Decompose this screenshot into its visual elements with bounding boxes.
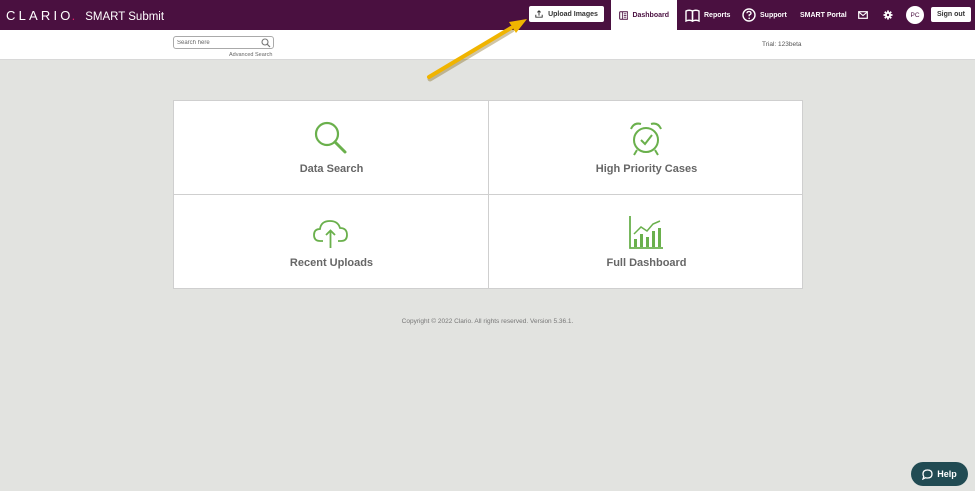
dashboard-icon xyxy=(619,10,629,20)
nav-dashboard[interactable]: Dashboard xyxy=(611,0,677,30)
tile-divider-horizontal xyxy=(174,194,802,195)
help-button[interactable]: Help xyxy=(911,462,968,486)
mail-button[interactable] xyxy=(858,0,868,30)
search-box xyxy=(173,36,274,49)
envelope-icon xyxy=(858,11,868,19)
dashboard-tiles: Data Search High Priority Cases Recent U… xyxy=(173,100,803,289)
search-bar-area: Advanced Search Trial: 123beta xyxy=(0,30,975,60)
search-icon[interactable] xyxy=(261,38,271,48)
top-navigation-bar: CLARIO . SMART Submit Upload Images Dash… xyxy=(0,0,975,30)
advanced-search-link[interactable]: Advanced Search xyxy=(229,52,272,58)
settings-button[interactable] xyxy=(883,0,893,30)
tile-recent-uploads[interactable]: Recent Uploads xyxy=(174,195,489,289)
nav-smart-portal[interactable]: SMART Portal xyxy=(800,0,847,30)
brand[interactable]: CLARIO . SMART Submit xyxy=(6,8,164,23)
bar-chart-icon xyxy=(629,216,663,249)
book-icon xyxy=(685,9,700,22)
tile-high-priority-cases[interactable]: High Priority Cases xyxy=(489,101,804,195)
tile-label: Recent Uploads xyxy=(289,257,374,269)
user-avatar[interactable]: PC xyxy=(906,6,924,24)
tile-label: Data Search xyxy=(299,163,364,175)
gear-icon xyxy=(883,10,893,20)
nav-smart-portal-label: SMART Portal xyxy=(800,11,847,19)
upload-icon xyxy=(535,10,543,18)
tile-data-search[interactable]: Data Search xyxy=(174,101,489,195)
trial-label: Trial: 123beta xyxy=(762,41,802,48)
copyright-footer: Copyright © 2022 Clario. All rights rese… xyxy=(401,318,574,325)
sign-out-button[interactable]: Sign out xyxy=(931,7,971,22)
upload-images-button[interactable]: Upload Images xyxy=(529,6,604,22)
cloud-upload-icon xyxy=(313,220,348,248)
clario-logo: CLARIO xyxy=(6,8,74,23)
logo-dot: . xyxy=(71,8,76,23)
nav-dashboard-label: Dashboard xyxy=(632,11,669,19)
upload-images-label: Upload Images xyxy=(548,10,598,18)
nav-reports[interactable]: Reports xyxy=(685,0,730,30)
search-input[interactable] xyxy=(177,38,257,48)
nav-support-label: Support xyxy=(760,11,787,19)
nav-support[interactable]: Support xyxy=(742,0,787,30)
alarm-clock-icon xyxy=(630,122,662,156)
help-label: Help xyxy=(937,469,957,479)
tile-label: High Priority Cases xyxy=(595,163,698,175)
tile-label: Full Dashboard xyxy=(606,257,687,269)
magnifier-icon xyxy=(314,121,347,154)
nav-reports-label: Reports xyxy=(704,11,731,19)
help-circle-icon xyxy=(742,8,756,22)
app-name: SMART Submit xyxy=(85,11,165,23)
tile-full-dashboard[interactable]: Full Dashboard xyxy=(489,195,804,289)
chat-bubble-icon xyxy=(922,468,933,480)
